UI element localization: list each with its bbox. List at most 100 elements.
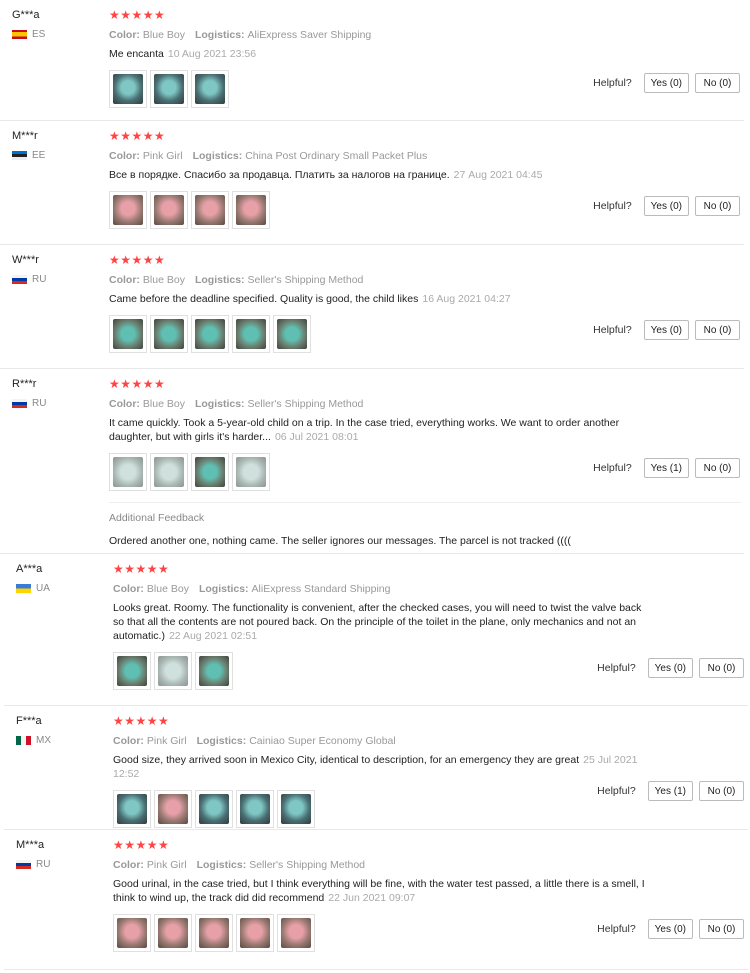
review-photo-thumbnail[interactable]	[232, 191, 270, 229]
review-content: ★★★★★ Color: Pink Girl Logistics: Cainiao Su…	[113, 714, 653, 828]
helpful-no-button[interactable]: No (0)	[699, 658, 744, 678]
helpful-controls: Helpful? Yes (0) No (0)	[597, 919, 744, 939]
review-item: A***a UA ★★★★★ Color: Blue Boy Logistics: AliE…	[4, 554, 748, 706]
review-photos	[109, 191, 649, 229]
helpful-no-button[interactable]: No (0)	[699, 919, 744, 939]
star-rating: ★★★★★	[109, 253, 166, 267]
helpful-yes-button[interactable]: Yes (1)	[643, 458, 689, 478]
star-rating: ★★★★★	[113, 714, 170, 728]
color-value: Pink Girl	[146, 859, 187, 871]
review-body: Me encanta	[109, 48, 164, 60]
review-photo-thumbnail[interactable]	[232, 315, 270, 353]
review-photos	[109, 315, 649, 353]
review-date: 22 Aug 2021 02:51	[168, 630, 258, 642]
photo-image	[240, 918, 270, 948]
review-photo-thumbnail[interactable]	[195, 652, 233, 690]
reviewer-info: R***r RU	[12, 378, 102, 409]
review-photo-thumbnail[interactable]	[191, 315, 229, 353]
helpful-no-button[interactable]: No (0)	[695, 73, 740, 93]
review-photo-thumbnail[interactable]	[150, 315, 188, 353]
review-photo-thumbnail[interactable]	[191, 191, 229, 229]
logistics-value: AliExpress Saver Shipping	[247, 29, 372, 41]
review-photo-thumbnail[interactable]	[277, 914, 315, 952]
photo-image	[199, 656, 229, 686]
logistics-value: Seller's Shipping Method	[247, 274, 364, 286]
review-content: ★★★★★ Color: Blue Boy Logistics: Seller's Sh…	[109, 377, 649, 491]
review-photo-thumbnail[interactable]	[277, 790, 315, 828]
review-photo-thumbnail[interactable]	[191, 453, 229, 491]
review-photo-thumbnail[interactable]	[109, 315, 147, 353]
helpful-yes-button[interactable]: Yes (0)	[643, 320, 689, 340]
photo-image	[113, 195, 143, 225]
review-photo-thumbnail[interactable]	[232, 453, 270, 491]
reviewer-info: G***a ES	[12, 9, 102, 40]
review-date: 22 Jun 2021 09:07	[328, 892, 416, 904]
photo-image	[113, 457, 143, 487]
helpful-controls: Helpful? Yes (1) No (0)	[597, 781, 744, 801]
color-label: Color:	[113, 583, 144, 595]
helpful-no-button[interactable]: No (0)	[695, 458, 740, 478]
review-photo-thumbnail[interactable]	[150, 453, 188, 491]
review-item: F***a MX ★★★★★ Color: Pink Girl Logistics: Cai…	[4, 706, 748, 830]
review-photo-thumbnail[interactable]	[191, 70, 229, 108]
photo-image	[154, 319, 184, 349]
review-content: ★★★★★ Color: Blue Boy Logistics: AliExpress …	[113, 562, 653, 690]
star-rating: ★★★★★	[109, 377, 166, 391]
reviewer-info: A***a UA	[16, 563, 106, 594]
review-photo-thumbnail[interactable]	[113, 652, 151, 690]
review-date: 16 Aug 2021 04:27	[422, 293, 511, 305]
helpful-yes-button[interactable]: Yes (0)	[647, 658, 693, 678]
helpful-controls: Helpful? Yes (0) No (0)	[593, 73, 740, 93]
helpful-yes-button[interactable]: Yes (0)	[643, 196, 689, 216]
color-label: Color:	[109, 398, 140, 410]
reviewer-name: R***r	[12, 378, 37, 390]
review-item: G***a ES ★★★★★ Color: Blue Boy Logistics: AliE…	[0, 0, 744, 121]
logistics-label: Logistics:	[194, 398, 245, 410]
review-photo-thumbnail[interactable]	[113, 790, 151, 828]
review-item: R***r RU ★★★★★ Color: Blue Boy Logistics: Sell…	[0, 369, 744, 554]
review-photo-thumbnail[interactable]	[154, 914, 192, 952]
review-content: ★★★★★ Color: Pink Girl Logistics: China Post…	[109, 129, 649, 229]
review-photo-thumbnail[interactable]	[109, 191, 147, 229]
review-photos	[113, 790, 653, 828]
logistics-label: Logistics:	[192, 150, 243, 162]
review-meta: Color: Blue Boy Logistics: Seller's Shippin…	[109, 397, 649, 411]
review-body: It came quickly. Took a 5-year-old child…	[109, 417, 620, 443]
helpful-yes-button[interactable]: Yes (0)	[647, 919, 693, 939]
helpful-yes-button[interactable]: Yes (1)	[647, 781, 693, 801]
photo-image	[281, 918, 311, 948]
photo-image	[236, 195, 266, 225]
helpful-yes-button[interactable]: Yes (0)	[643, 73, 689, 93]
review-photo-thumbnail[interactable]	[113, 914, 151, 952]
reviewer-country: UA	[16, 583, 106, 594]
helpful-no-button[interactable]: No (0)	[699, 781, 744, 801]
review-photo-thumbnail[interactable]	[195, 914, 233, 952]
review-photo-thumbnail[interactable]	[195, 790, 233, 828]
review-photo-thumbnail[interactable]	[154, 652, 192, 690]
color-value: Blue Boy	[142, 274, 185, 286]
helpful-controls: Helpful? Yes (1) No (0)	[593, 458, 740, 478]
color-value: Blue Boy	[146, 583, 189, 595]
star-rating: ★★★★★	[113, 562, 170, 576]
helpful-controls: Helpful? Yes (0) No (0)	[593, 320, 740, 340]
review-photo-thumbnail[interactable]	[109, 70, 147, 108]
review-text: Looks great. Roomy. The functionality is…	[113, 601, 653, 643]
review-photo-thumbnail[interactable]	[150, 191, 188, 229]
star-rating: ★★★★★	[109, 8, 166, 22]
photo-image	[236, 457, 266, 487]
helpful-label: Helpful?	[593, 200, 632, 212]
helpful-label: Helpful?	[593, 324, 632, 336]
helpful-label: Helpful?	[597, 923, 636, 935]
photo-image	[154, 74, 184, 104]
review-photo-thumbnail[interactable]	[236, 790, 274, 828]
review-photo-thumbnail[interactable]	[273, 315, 311, 353]
review-photo-thumbnail[interactable]	[154, 790, 192, 828]
helpful-no-button[interactable]: No (0)	[695, 320, 740, 340]
review-photo-thumbnail[interactable]	[236, 914, 274, 952]
flag-icon	[16, 860, 31, 869]
review-photo-thumbnail[interactable]	[150, 70, 188, 108]
star-rating: ★★★★★	[109, 129, 166, 143]
flag-icon	[16, 736, 31, 745]
review-photo-thumbnail[interactable]	[109, 453, 147, 491]
helpful-no-button[interactable]: No (0)	[695, 196, 740, 216]
